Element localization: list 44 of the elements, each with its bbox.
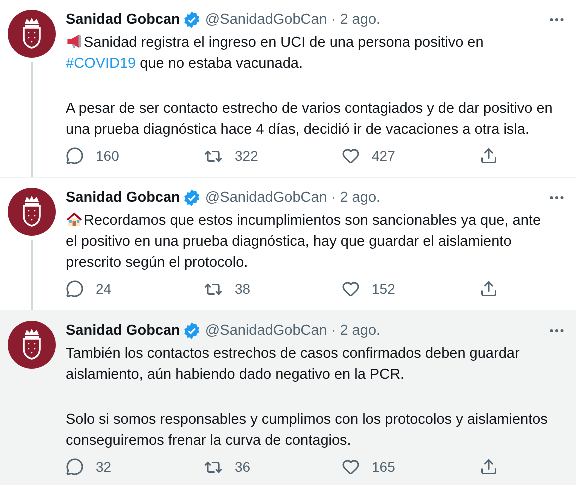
tweet-text: A pesar de ser contacto estrecho de varios contagiados y de dar positivo en una prueba diagnóstica hace 4 días, decidió ir de vacaciones a otra isla. <box>66 100 554 140</box>
reply-icon <box>66 280 84 298</box>
avatar[interactable] <box>8 10 56 58</box>
reply-button[interactable]: 24 <box>66 280 204 298</box>
house-icon <box>66 211 83 228</box>
tweet-text: Sanidad registra el ingreso en UCI de una persona positivo en #COVID19 que no estaba vacunada. <box>66 33 485 74</box>
share-icon <box>480 280 498 298</box>
author-name[interactable]: Sanidad Gobcan <box>66 12 180 28</box>
heart-icon <box>342 147 360 165</box>
share-icon <box>480 147 498 165</box>
tweet-text: Recordamos que estos incumplimientos son sancionables ya que, ante el positivo en una prueba diagnóstica, hay que guardar el aislamiento prescrito según el protocolo. <box>66 211 542 273</box>
heart-icon <box>342 280 360 298</box>
author-handle[interactable]: @SanidadGobCan <box>205 12 328 28</box>
tweet-time[interactable]: 2 ago. <box>340 12 381 28</box>
share-icon <box>480 458 498 476</box>
reply-icon <box>66 458 84 476</box>
author-handle[interactable]: @SanidadGobCan <box>205 190 328 206</box>
reply-icon <box>66 147 84 165</box>
retweet-button[interactable]: 36 <box>204 458 342 476</box>
tweet-text: Solo si somos responsables y cumplimos con los protocolos y aislamientos conseguiremos frenar la curva de contagios. <box>66 411 549 451</box>
separator-dot: · <box>331 190 336 206</box>
tweet-time[interactable]: 2 ago. <box>340 190 381 206</box>
heart-icon <box>342 458 360 476</box>
share-button[interactable] <box>480 147 498 165</box>
retweet-button[interactable]: 322 <box>204 146 342 166</box>
share-button[interactable] <box>480 458 498 476</box>
tweet-time[interactable]: 2 ago. <box>340 323 381 339</box>
separator-dot: · <box>331 12 336 28</box>
reply-button[interactable]: 32 <box>66 458 204 476</box>
reply-button[interactable]: 160 <box>66 147 204 165</box>
separator-dot: · <box>331 323 336 339</box>
author-name[interactable]: Sanidad Gobcan <box>66 190 180 206</box>
author-name[interactable]: Sanidad Gobcan <box>66 323 180 339</box>
retweet-button[interactable]: 38 <box>204 280 342 298</box>
like-button[interactable]: 152 <box>342 280 480 298</box>
like-button[interactable]: 427 <box>342 147 480 165</box>
like-button[interactable]: 165 <box>342 458 480 476</box>
avatar[interactable] <box>8 188 56 236</box>
tweet-card[interactable] <box>0 311 576 485</box>
megaphone-icon <box>66 33 83 50</box>
tweet-text: También los contactos estrechos de casos confirmados deben guardar aislamiento, aún habiendo dado negativo en la PCR. <box>66 345 521 385</box>
author-handle[interactable]: @SanidadGobCan <box>205 323 328 339</box>
avatar[interactable] <box>8 321 56 369</box>
share-button[interactable] <box>480 280 498 298</box>
